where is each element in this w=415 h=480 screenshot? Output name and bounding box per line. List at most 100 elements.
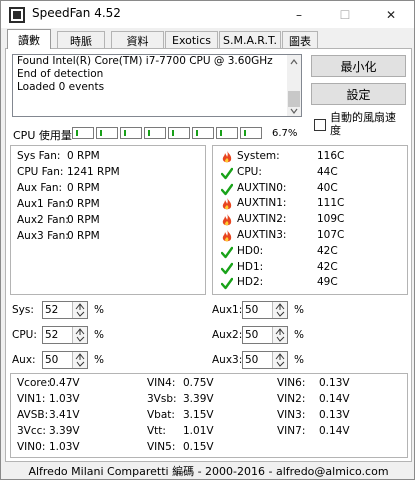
- temp-sensor-name: AUXTIN2:: [237, 213, 287, 226]
- fan-name: CPU Fan:: [17, 166, 64, 178]
- cpu-usage-bar: [72, 127, 94, 139]
- tab-label: S.M.A.R.T.: [223, 34, 277, 47]
- temp-value: 42C: [317, 244, 338, 257]
- fan-speed-spinner[interactable]: 50: [242, 326, 288, 344]
- voltage-name: VIN1:: [17, 393, 46, 405]
- spinner-value[interactable]: 50: [245, 354, 258, 366]
- flame-icon: [222, 151, 232, 163]
- fan-control-label: Aux3:: [212, 354, 243, 366]
- readings-panel: Found Intel(R) Core(TM) i7-7700 CPU @ 3.…: [5, 48, 412, 462]
- temp-value: 107C: [317, 229, 345, 241]
- temp-value: 49C: [317, 276, 338, 289]
- auto-fan-speed-checkbox[interactable]: [314, 119, 326, 131]
- voltage-name: Vbat:: [147, 409, 175, 421]
- temp-value: 42C: [317, 260, 338, 273]
- cpu-usage-bar: [120, 127, 142, 139]
- flame-icon: [222, 230, 232, 242]
- voltage-value: 1.03V: [49, 393, 80, 405]
- voltage-name: VIN7:: [277, 425, 306, 437]
- fan-speed-spinner[interactable]: 50: [42, 351, 88, 369]
- tab-readings[interactable]: 讀數: [7, 29, 51, 49]
- tab-smart[interactable]: S.M.A.R.T.: [219, 31, 281, 49]
- temp-value: 116C: [317, 150, 345, 162]
- cpu-usage-fill: [220, 130, 222, 136]
- log-line: Found Intel(R) Core(TM) i7-7700 CPU @ 3.…: [17, 55, 273, 67]
- fan-speed-spinner[interactable]: 50: [242, 301, 288, 319]
- percent-unit: %: [294, 304, 304, 316]
- spinner-arrows-icon[interactable]: [72, 302, 87, 318]
- fan-speed-spinner[interactable]: 52: [42, 301, 88, 319]
- temp-sensor-name: HD0:: [237, 244, 264, 257]
- button-label: 最小化: [340, 59, 377, 74]
- voltage-name: VIN6:: [277, 377, 306, 389]
- fans-group: Sys Fan: 0 RPM CPU Fan: 1241 RPM Aux Fan: 0 R…: [10, 145, 206, 295]
- voltages-group: Vcore: 0.47V VIN1: 1.03V AVSB: 3.41V 3Vcc: 3.39…: [10, 373, 408, 458]
- fan-control-label: Aux1:: [212, 304, 243, 316]
- fan-speed-value: 0 RPM: [67, 182, 100, 194]
- log-line: Loaded 0 events: [17, 81, 105, 93]
- close-icon: ✕: [385, 7, 397, 22]
- temp-value: 40C: [317, 181, 338, 194]
- fan-speed-value: 0 RPM: [67, 198, 100, 210]
- settings-button[interactable]: 設定: [311, 83, 406, 105]
- spinner-arrows-icon[interactable]: [72, 327, 87, 343]
- spinner-value[interactable]: 50: [245, 304, 258, 316]
- credits-footer: Alfredo Milani Comparetti 編碼 - 2000-2016…: [28, 465, 389, 478]
- spinner-arrows-icon[interactable]: [272, 302, 287, 318]
- button-label: 設定: [346, 87, 371, 102]
- cpu-usage-bar: [96, 127, 118, 139]
- temp-sensor-name: HD2:: [237, 276, 264, 289]
- log-scrollbar[interactable]: [287, 55, 301, 116]
- flame-icon: [222, 214, 232, 226]
- percent-unit: %: [94, 304, 104, 316]
- fan-speed-value: 1241 RPM: [67, 166, 120, 178]
- tab-clock[interactable]: 時脈: [57, 31, 105, 49]
- checkmark-icon: [221, 262, 233, 274]
- maximize-window-button[interactable]: ☐: [322, 1, 368, 28]
- voltage-value: 0.47V: [49, 377, 80, 389]
- checkmark-icon: [221, 278, 233, 290]
- fan-speed-value: 0 RPM: [67, 230, 100, 242]
- spinner-arrows-icon[interactable]: [72, 352, 87, 368]
- voltage-value: 0.15V: [183, 441, 214, 453]
- cpu-usage-fill: [124, 130, 126, 136]
- fan-speed-spinner[interactable]: 50: [242, 351, 288, 369]
- fan-name: Aux3 Fan:: [17, 230, 69, 242]
- temp-value: 111C: [317, 197, 345, 210]
- cpu-usage-fill: [148, 130, 150, 136]
- minimize-window-button[interactable]: –: [276, 1, 322, 28]
- close-window-button[interactable]: ✕: [368, 1, 414, 28]
- voltage-value: 1.01V: [183, 425, 214, 437]
- log-line: End of detection: [17, 68, 104, 80]
- cpu-usage-fill: [100, 130, 102, 136]
- cpu-usage-bar: [168, 127, 190, 139]
- percent-unit: %: [94, 329, 104, 341]
- fan-speed-spinner[interactable]: 52: [42, 326, 88, 344]
- percent-unit: %: [294, 354, 304, 366]
- tab-info[interactable]: 資料: [111, 31, 164, 49]
- voltage-name: VIN5:: [147, 441, 176, 453]
- voltage-value: 1.03V: [49, 441, 80, 453]
- spinner-value[interactable]: 52: [45, 329, 58, 341]
- voltage-value: 3.39V: [183, 393, 214, 405]
- event-log[interactable]: Found Intel(R) Core(TM) i7-7700 CPU @ 3.…: [12, 54, 302, 117]
- temp-sensor-name: System:: [237, 150, 280, 162]
- spinner-arrows-icon[interactable]: [272, 327, 287, 343]
- spinner-value[interactable]: 52: [45, 304, 58, 316]
- title-bar[interactable]: SpeedFan 4.52 – ☐ ✕: [1, 1, 414, 28]
- tab-exotics[interactable]: Exotics: [165, 31, 218, 49]
- cpu-usage-fill: [172, 130, 174, 136]
- fan-control-label: Aux:: [12, 354, 36, 366]
- voltage-value: 0.14V: [319, 393, 350, 405]
- cpu-usage-fill: [76, 130, 78, 136]
- voltage-name: VIN2:: [277, 393, 306, 405]
- tab-label: 資料: [126, 34, 149, 48]
- voltage-name: Vcore:: [17, 377, 51, 389]
- spinner-value[interactable]: 50: [45, 354, 58, 366]
- spinner-arrows-icon[interactable]: [272, 352, 287, 368]
- percent-unit: %: [294, 329, 304, 341]
- spinner-value[interactable]: 50: [245, 329, 258, 341]
- voltage-name: VIN4:: [147, 377, 176, 389]
- minimize-button[interactable]: 最小化: [311, 55, 406, 77]
- tab-charts[interactable]: 圖表: [282, 31, 318, 49]
